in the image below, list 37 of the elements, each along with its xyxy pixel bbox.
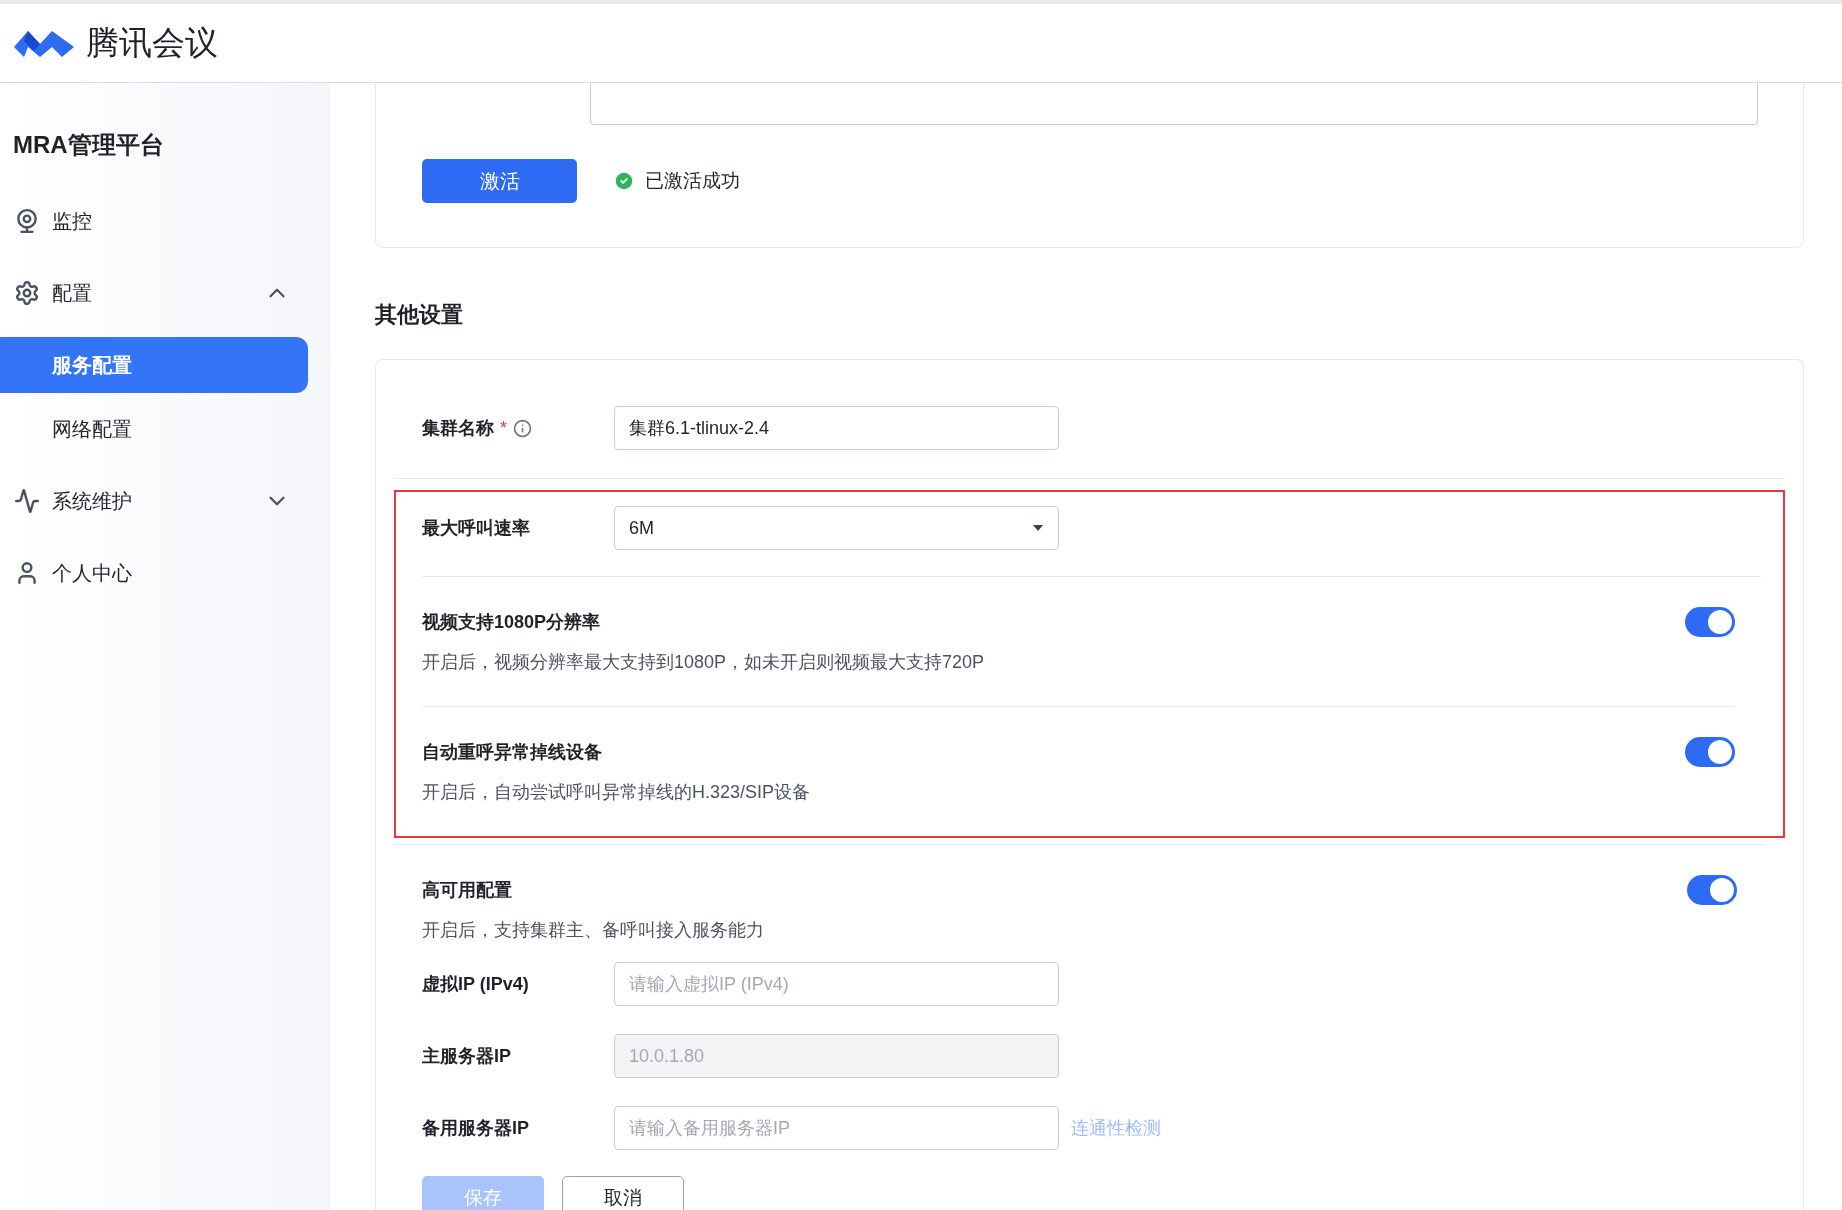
platform-title: MRA管理平台 — [12, 130, 165, 160]
activation-status: 已激活成功 — [645, 168, 740, 193]
field-label: 集群名称 — [422, 416, 494, 440]
field-label: 虚拟IP (IPv4) — [422, 972, 530, 996]
nav-item[interactable]: 个人中心 — [0, 537, 330, 609]
setting-description: 开启后，支持集群主、备呼叫接入服务能力 — [422, 919, 765, 942]
setting-description: 开启后，视频分辨率最大支持到1080P，如未开启则视频最大支持720P — [422, 651, 986, 674]
nav-item[interactable]: 监控 — [0, 185, 330, 257]
pulse-chart-icon — [14, 488, 40, 514]
nav-item[interactable]: 系统维护 — [0, 465, 330, 537]
check-circle-icon — [613, 170, 635, 192]
required-asterisk: * — [500, 416, 507, 440]
setting-title: 视频支持1080P分辨率 — [422, 610, 601, 634]
info-icon[interactable] — [513, 418, 532, 438]
nav-subitem[interactable]: 服务配置 — [0, 337, 308, 393]
toggle-switch[interactable] — [1687, 875, 1737, 905]
setting-title: 高可用配置 — [422, 878, 512, 902]
toggle-switch[interactable] — [1685, 607, 1735, 637]
setting-description: 开启后，自动尝试呼叫异常掉线的H.323/SIP设备 — [422, 781, 812, 804]
dropdown-caret-icon — [1032, 524, 1044, 532]
settings-icon — [14, 280, 40, 306]
section-title: 其他设置 — [375, 301, 464, 329]
rate-select[interactable]: 6M — [614, 506, 1059, 550]
nav-subitem[interactable]: 网络配置 — [0, 401, 308, 457]
setting-title: 自动重呼异常掉线设备 — [422, 740, 602, 764]
field-label: 主服务器IP — [422, 1044, 512, 1068]
field-label: 最大呼叫速率 — [422, 516, 531, 540]
ip-input[interactable]: 请输入备用服务器IP — [614, 1106, 1059, 1150]
cluster-name-input[interactable]: 集群6.1-tlinux-2.4 — [614, 406, 1059, 450]
activate-button[interactable]: 激活 — [422, 159, 577, 203]
nav-item[interactable]: 配置 — [0, 257, 330, 329]
brand-name: 腾讯会议 — [86, 23, 218, 64]
field-label: 备用服务器IP — [422, 1116, 530, 1140]
ip-input[interactable]: 请输入虚拟IP (IPv4) — [614, 962, 1059, 1006]
camera-icon — [14, 208, 40, 234]
cancel-button[interactable]: 取消 — [562, 1176, 684, 1210]
toggle-switch[interactable] — [1685, 737, 1735, 767]
